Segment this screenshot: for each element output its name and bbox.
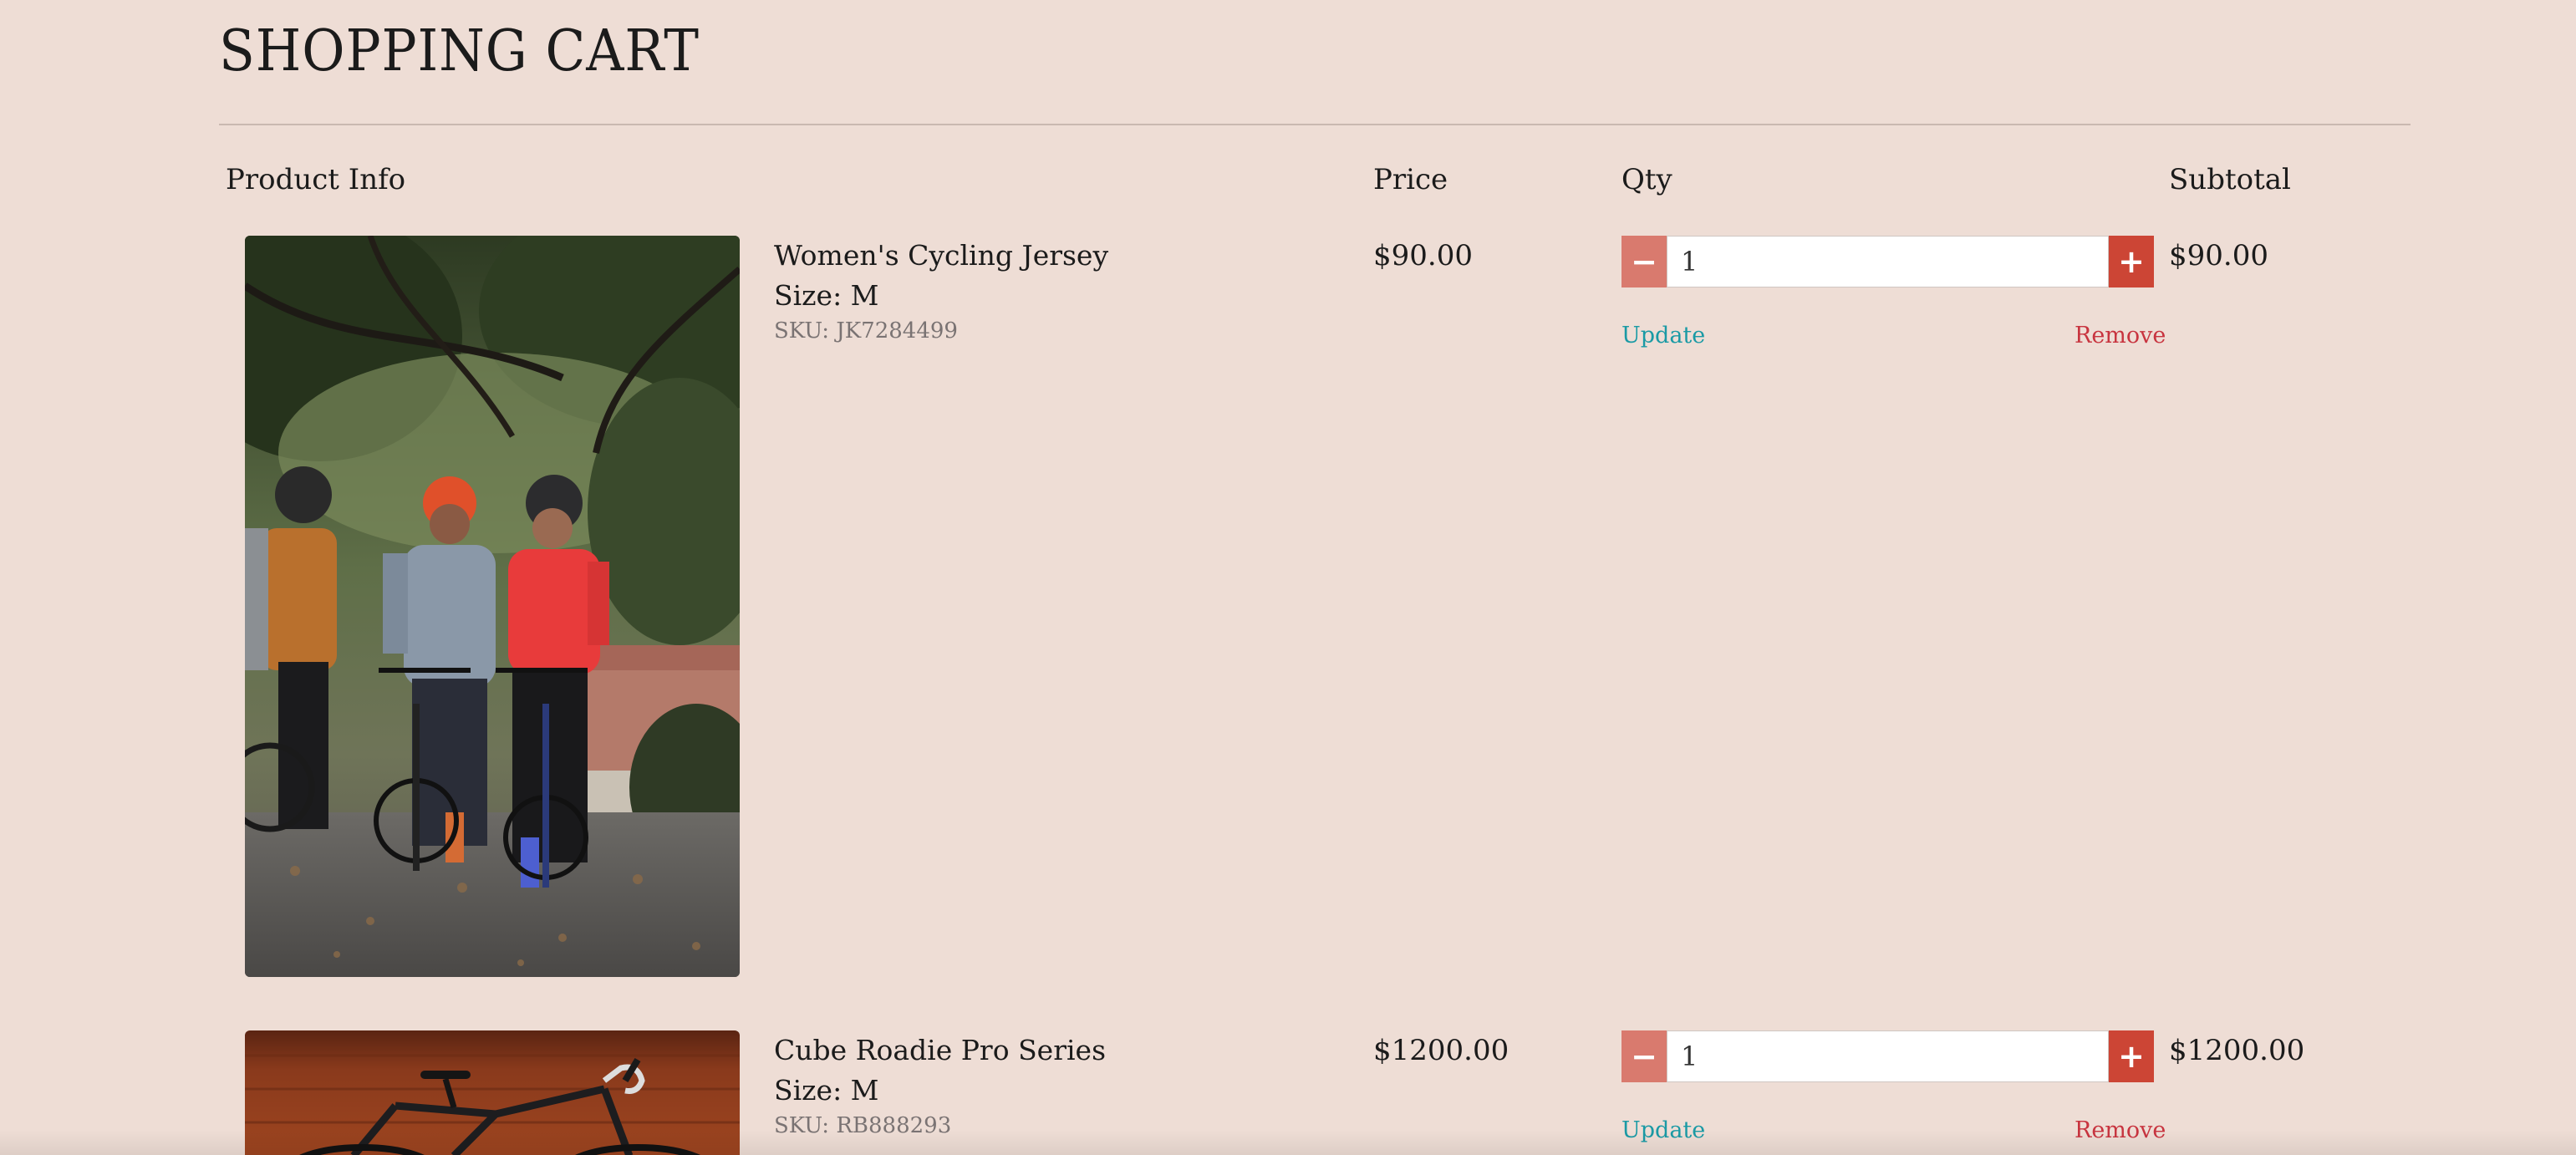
qty-input[interactable]	[1667, 236, 2109, 287]
remove-link[interactable]: Remove	[2075, 1116, 2166, 1146]
minus-icon: −	[1631, 243, 1657, 280]
qty-decrement-button[interactable]: −	[1621, 1030, 1667, 1082]
update-link[interactable]: Update	[1621, 1116, 1705, 1146]
product-image[interactable]	[245, 236, 740, 977]
product-price: $1200.00	[1373, 1034, 1509, 1067]
plus-icon: +	[2118, 1038, 2145, 1075]
product-sku: SKU: RB888293	[774, 1113, 952, 1138]
product-price: $90.00	[1373, 239, 1473, 272]
qty-decrement-button[interactable]: −	[1621, 236, 1667, 287]
qty-input[interactable]	[1667, 1030, 2109, 1082]
page-title: SHOPPING CART	[219, 18, 700, 84]
qty-increment-button[interactable]: +	[2109, 1030, 2154, 1082]
product-size: Size: M	[774, 279, 879, 312]
header-divider	[219, 124, 2411, 125]
product-sku: SKU: JK7284499	[774, 318, 958, 343]
product-size: Size: M	[774, 1074, 879, 1107]
column-header-qty: Qty	[1621, 163, 1672, 196]
qty-increment-button[interactable]: +	[2109, 236, 2154, 287]
column-header-subtotal: Subtotal	[2169, 163, 2291, 196]
product-subtotal: $1200.00	[2169, 1034, 2305, 1067]
product-name[interactable]: Women's Cycling Jersey	[774, 237, 1108, 274]
update-link[interactable]: Update	[1621, 321, 1705, 351]
minus-icon: −	[1631, 1038, 1657, 1075]
remove-link[interactable]: Remove	[2075, 321, 2166, 351]
plus-icon: +	[2118, 243, 2145, 280]
column-header-price: Price	[1373, 163, 1448, 196]
product-subtotal: $90.00	[2169, 239, 2268, 272]
product-name[interactable]: Cube Roadie Pro Series	[774, 1032, 1106, 1069]
column-header-product-info: Product Info	[226, 163, 406, 196]
product-image[interactable]	[245, 1030, 740, 1155]
